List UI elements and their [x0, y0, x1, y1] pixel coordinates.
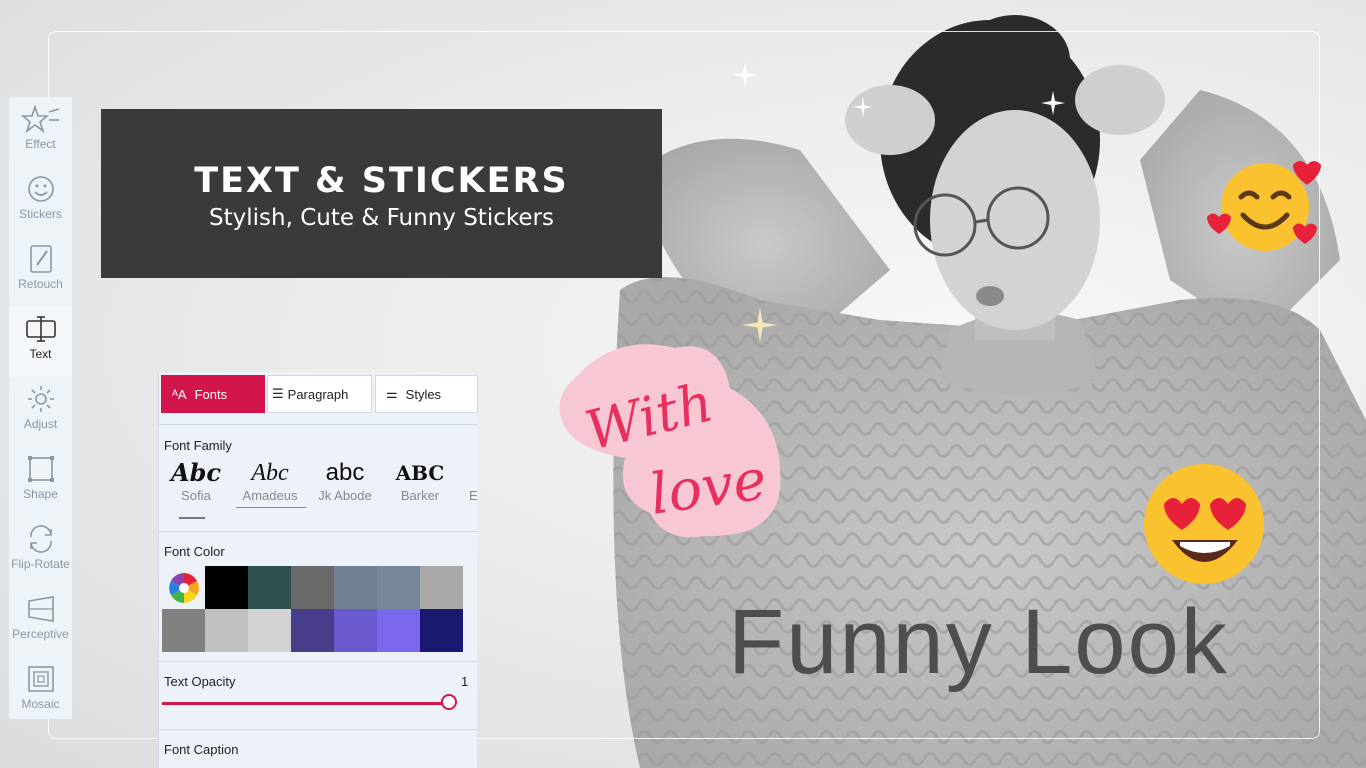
tool-label: Flip-Rotate — [11, 557, 70, 571]
color-swatch[interactable] — [377, 566, 420, 609]
font-name: E — [469, 488, 477, 503]
tool-stickers[interactable]: Stickers — [9, 167, 72, 237]
font-sample: Abc — [170, 458, 221, 487]
font-option-sofia[interactable]: Abc Sofia — [161, 458, 231, 503]
color-swatch[interactable] — [205, 566, 248, 609]
tool-label: Adjust — [23, 417, 58, 431]
tab-fonts[interactable]: ᴬA Fonts — [161, 375, 265, 413]
color-wheel-icon — [168, 572, 199, 603]
tab-label: Fonts — [194, 386, 228, 402]
perspective-icon — [27, 596, 54, 622]
color-swatch[interactable] — [377, 609, 420, 652]
color-swatch[interactable] — [420, 566, 463, 609]
font-family-title: Font Family — [164, 438, 232, 453]
tool-retouch[interactable]: Retouch — [9, 237, 72, 307]
color-swatch[interactable] — [291, 609, 334, 652]
color-swatch[interactable] — [205, 609, 248, 652]
text-icon — [25, 316, 56, 342]
opacity-value: 1 — [461, 674, 469, 689]
font-sample: Abc — [251, 460, 289, 486]
tool-label: Retouch — [18, 277, 63, 291]
brightness-icon — [27, 386, 54, 412]
tool-flip-rotate[interactable]: Flip-Rotate — [9, 517, 72, 587]
color-swatch[interactable] — [248, 566, 291, 609]
color-swatch[interactable] — [334, 566, 377, 609]
banner-title: TEXT & STICKERS — [194, 161, 569, 201]
text-opacity-title: Text Opacity — [164, 674, 236, 689]
tool-label: Mosaic — [21, 697, 60, 711]
font-option-jk-abode[interactable]: abc Jk Abode — [310, 458, 380, 503]
sliders-icon: ⚌ — [386, 386, 398, 401]
sparkle-icon — [732, 62, 758, 88]
font-name: Amadeus — [242, 488, 298, 503]
color-picker-button[interactable] — [162, 566, 205, 609]
tool-label: Text — [29, 347, 52, 361]
tab-styles[interactable]: ⚌ Styles — [375, 375, 478, 413]
tool-rail: Effect Stickers Retouch Text Adjust Shap… — [9, 97, 72, 719]
title-banner: TEXT & STICKERS Stylish, Cute & Funny St… — [101, 109, 662, 278]
tool-shape[interactable]: Shape — [9, 447, 72, 517]
selected-indicator — [179, 517, 205, 519]
tab-paragraph[interactable]: ☰ Paragraph — [267, 375, 372, 413]
list-icon: ☰ — [272, 386, 284, 401]
font-name: Jk Abode — [318, 488, 372, 503]
font-option-partial[interactable]: E — [441, 458, 477, 503]
stars-icon — [20, 104, 59, 134]
tool-mosaic[interactable]: Mosaic — [9, 657, 72, 727]
shape-icon — [27, 456, 54, 482]
retouch-icon — [29, 245, 52, 273]
opacity-slider-track[interactable] — [162, 702, 451, 705]
mosaic-icon — [27, 666, 54, 692]
divider — [159, 729, 477, 730]
color-swatch[interactable] — [248, 609, 291, 652]
tab-label: Paragraph — [287, 386, 349, 402]
font-sample: abc — [325, 459, 365, 486]
tool-perspective[interactable]: Perceptive — [9, 587, 72, 657]
color-swatch[interactable] — [420, 609, 463, 652]
sparkle-icon — [853, 97, 873, 117]
banner-subtitle: Stylish, Cute & Funny Stickers — [209, 205, 554, 231]
font-size-icon: ᴬA — [172, 386, 187, 402]
font-option-amadeus[interactable]: Abc Amadeus — [235, 458, 305, 503]
font-sample — [441, 458, 477, 488]
sparkle-icon — [1041, 91, 1065, 115]
opacity-slider-thumb[interactable] — [441, 694, 457, 710]
heart-eyes-emoji[interactable] — [1142, 462, 1267, 587]
rotate-icon — [29, 525, 52, 553]
divider — [159, 424, 477, 425]
font-name: Sofia — [181, 488, 211, 503]
text-properties-panel: ᴬA Fonts ☰ Paragraph ⚌ Styles Font Famil… — [158, 372, 478, 768]
color-swatch[interactable] — [334, 609, 377, 652]
tool-label: Perceptive — [12, 627, 69, 641]
font-color-title: Font Color — [164, 544, 225, 559]
tool-label: Shape — [23, 487, 58, 501]
smiley-icon — [27, 176, 54, 202]
font-caption-title: Font Caption — [164, 742, 239, 757]
tab-label: Styles — [405, 386, 442, 402]
tool-adjust[interactable]: Adjust — [9, 377, 72, 447]
color-swatch[interactable] — [162, 609, 205, 652]
funny-look-text[interactable]: Funny Look — [728, 590, 1229, 695]
tool-text[interactable]: Text — [9, 307, 72, 377]
hover-underline — [236, 507, 306, 508]
color-swatch[interactable] — [291, 566, 334, 609]
tool-label: Effect — [25, 137, 56, 151]
smiling-face-with-hearts-emoji[interactable] — [1205, 155, 1323, 255]
divider — [159, 531, 477, 532]
divider — [159, 661, 477, 662]
tool-label: Stickers — [19, 207, 62, 221]
tool-effect[interactable]: Effect — [9, 97, 72, 167]
